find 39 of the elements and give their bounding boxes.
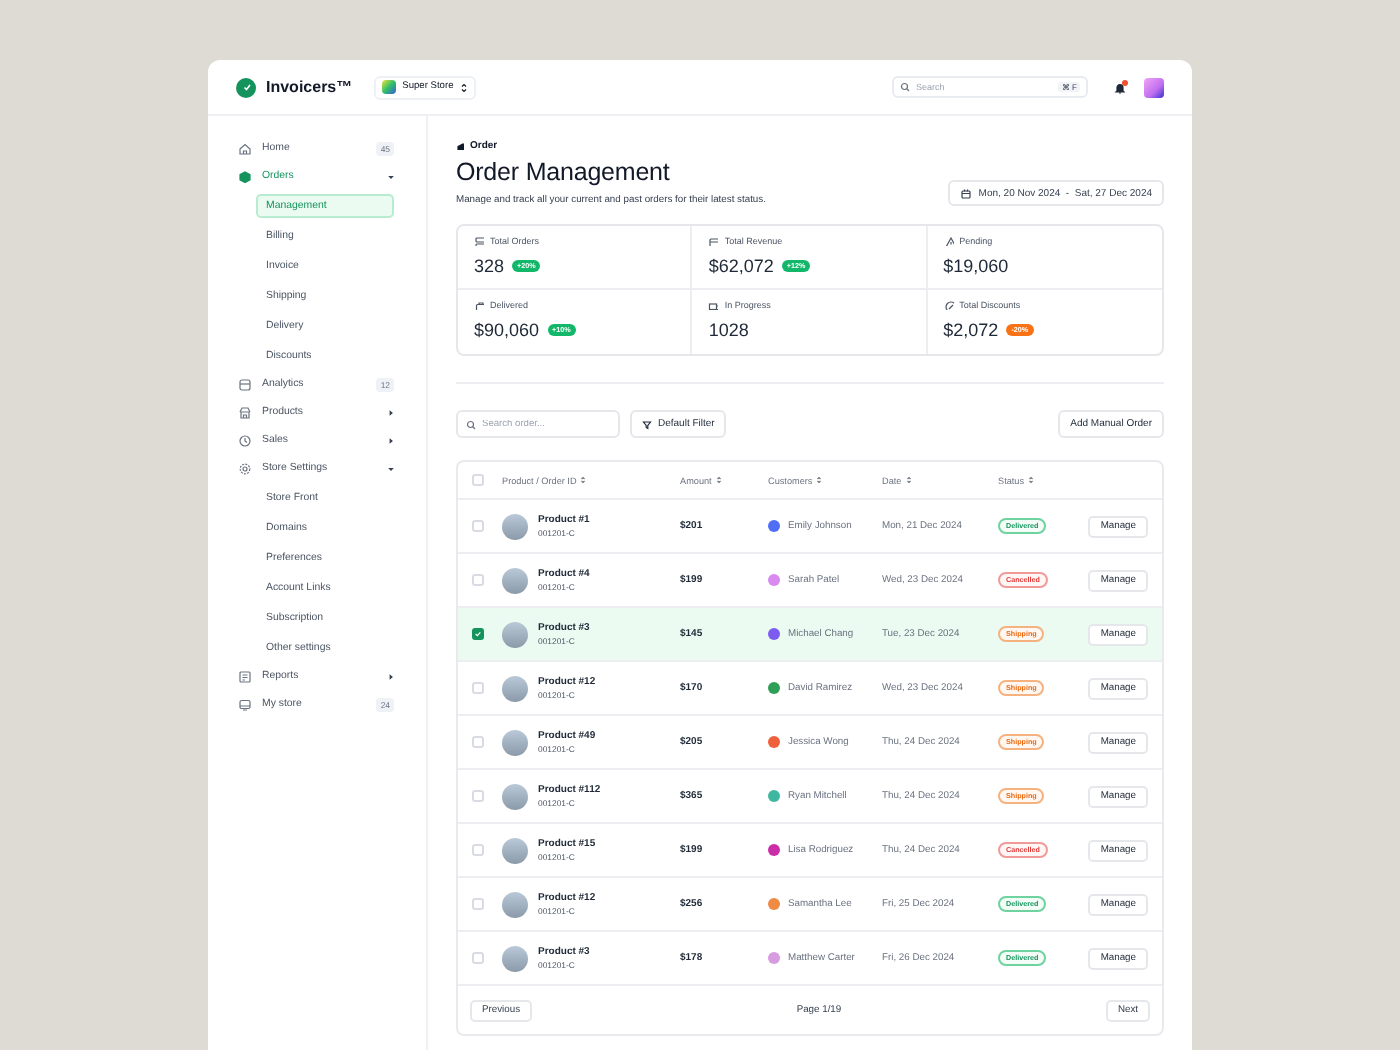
calendar-icon	[960, 187, 973, 199]
sort-icon	[715, 476, 722, 484]
brand-name: Invoicers™	[266, 78, 353, 96]
stat-value: $19,060	[943, 256, 1009, 276]
product-photo	[502, 513, 528, 539]
filter-icon	[642, 419, 652, 429]
page-title: Order Management	[456, 158, 672, 188]
sort-icon	[1028, 476, 1035, 484]
search-icon	[466, 419, 476, 429]
product-photo	[502, 945, 528, 971]
bell-icon	[1114, 81, 1126, 93]
clock-icon	[238, 433, 252, 447]
product-photo	[502, 621, 528, 647]
stat-value: $2,072	[943, 320, 999, 340]
user-avatar[interactable]	[1144, 77, 1164, 97]
chart-icon	[238, 377, 252, 391]
sort-icon	[816, 476, 823, 484]
stat-value: 1028	[708, 320, 749, 340]
product-photo	[502, 567, 528, 593]
stat-value: 328	[474, 256, 505, 276]
gear-icon	[238, 461, 252, 475]
sort-icon	[905, 476, 912, 484]
stat-value: $62,072	[708, 256, 774, 276]
product-photo	[502, 891, 528, 917]
product-photo	[502, 783, 528, 809]
product-photo	[502, 729, 528, 755]
stat-value: $90,060	[474, 320, 540, 340]
search-icon	[900, 82, 910, 92]
chevron-updown-icon	[459, 81, 468, 93]
monitor-icon	[238, 697, 252, 711]
sort-icon	[580, 476, 587, 484]
checkbox[interactable]	[472, 628, 484, 640]
home-icon	[238, 141, 252, 155]
logo-icon	[236, 77, 256, 97]
shop-icon	[238, 405, 252, 419]
document-icon	[238, 669, 252, 683]
product-photo	[502, 837, 528, 863]
store-logo-icon	[382, 80, 397, 94]
product-photo	[502, 675, 528, 701]
